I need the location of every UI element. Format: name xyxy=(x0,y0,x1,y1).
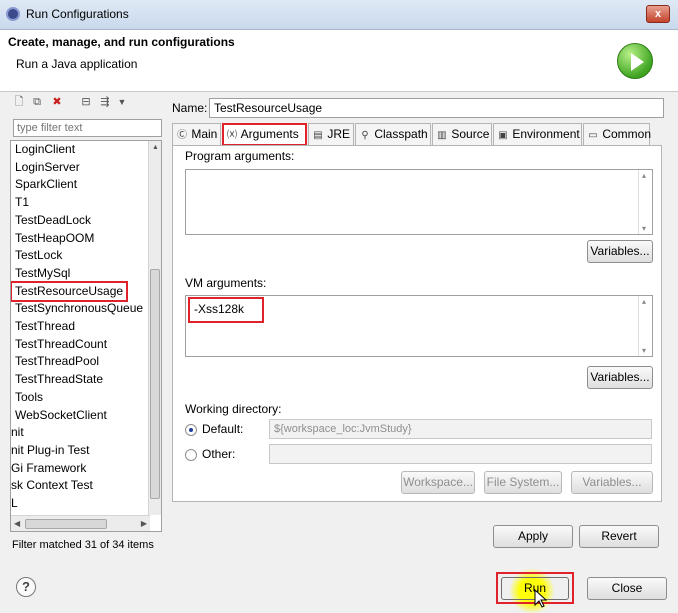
scroll-up-icon[interactable]: ▲ xyxy=(152,144,159,151)
list-item[interactable]: nit xyxy=(11,424,24,441)
list-item[interactable]: TestThreadState xyxy=(15,371,103,388)
tab-common[interactable]: ▭ Common xyxy=(583,123,651,145)
launch-config-toolbar: 🗋 ⧉ ✖ ⊟ ⇶ ▼ xyxy=(8,92,166,114)
program-arguments-textarea[interactable] xyxy=(185,169,653,235)
window-title: Run Configurations xyxy=(26,7,129,21)
other-directory-input xyxy=(269,444,652,464)
config-tabs: Ⓒ Main ⒳ Arguments ▤ JRE ⚲ Classpath ▥ S… xyxy=(172,123,662,146)
dialog-header: Create, manage, and run configurations R… xyxy=(0,30,678,92)
scrollbar-thumb[interactable] xyxy=(150,269,160,499)
filter-status: Filter matched 31 of 34 items xyxy=(12,539,154,551)
list-item[interactable]: Tools xyxy=(15,389,43,406)
default-label: Default: xyxy=(202,422,244,436)
vm-arguments-textarea[interactable]: -Xss128k xyxy=(185,295,653,357)
vm-arguments-label: VM arguments: xyxy=(185,276,267,290)
list-item[interactable]: TestThread xyxy=(15,318,75,335)
file-system-button[interactable]: File System... xyxy=(484,471,562,494)
mouse-pointer-icon xyxy=(534,589,548,608)
list-item[interactable]: T1 xyxy=(15,194,29,211)
tab-jre[interactable]: ▤ JRE xyxy=(308,123,354,145)
source-tab-icon: ▥ xyxy=(437,130,447,141)
vm-variables-button[interactable]: Variables... xyxy=(587,366,653,389)
new-launch-config-icon[interactable]: 🗋 xyxy=(13,96,25,109)
list-item[interactable]: WebSocketClient xyxy=(15,407,107,424)
close-button[interactable]: Close xyxy=(587,577,667,600)
arguments-tab-content: Program arguments: Variables... VM argum… xyxy=(172,145,662,502)
apply-button[interactable]: Apply xyxy=(493,525,573,548)
tree-vertical-scrollbar[interactable]: ▲ xyxy=(148,141,161,515)
list-item[interactable]: Gi Framework xyxy=(11,460,86,477)
tab-environment[interactable]: ▣ Environment xyxy=(493,123,582,145)
scrollbar-thumb[interactable] xyxy=(25,519,107,529)
default-radio[interactable] xyxy=(185,424,197,436)
classpath-tab-icon: ⚲ xyxy=(361,130,369,141)
window-close-button[interactable]: x xyxy=(646,5,670,23)
tab-main[interactable]: Ⓒ Main xyxy=(172,123,221,145)
working-dir-variables-button[interactable]: Variables... xyxy=(571,471,653,494)
program-variables-button[interactable]: Variables... xyxy=(587,240,653,263)
workspace-button[interactable]: Workspace... xyxy=(401,471,475,494)
header-title: Create, manage, and run configurations xyxy=(8,35,235,49)
list-item[interactable]: TestHeapOOM xyxy=(15,230,94,247)
list-item[interactable]: LoginServer xyxy=(15,159,80,176)
list-item[interactable]: sk Context Test xyxy=(11,477,93,494)
list-item[interactable]: nit Plug-in Test xyxy=(11,442,90,459)
list-item[interactable]: L xyxy=(11,495,18,512)
scroll-left-icon[interactable]: ◀ xyxy=(14,519,20,528)
list-item[interactable]: TestSynchronousQueue xyxy=(15,300,143,317)
chevron-down-icon[interactable]: ▼ xyxy=(116,96,128,109)
launch-config-panel: 🗋 ⧉ ✖ ⊟ ⇶ ▼ LoginClient LoginServer Spar… xyxy=(8,92,166,558)
help-icon[interactable]: ? xyxy=(16,577,36,597)
tab-arguments[interactable]: ⒳ Arguments xyxy=(222,123,307,146)
header-subtitle: Run a Java application xyxy=(16,57,138,71)
title-bar: Run Configurations x xyxy=(0,0,678,30)
textarea-scrollbar[interactable] xyxy=(638,170,652,234)
scroll-right-icon[interactable]: ▶ xyxy=(141,519,147,528)
jre-tab-icon: ▤ xyxy=(313,130,323,141)
list-item[interactable]: TestThreadPool xyxy=(15,353,99,370)
filter-input[interactable] xyxy=(13,119,162,137)
list-item[interactable]: TestDeadLock xyxy=(15,212,91,229)
other-radio[interactable] xyxy=(185,449,197,461)
duplicate-icon[interactable]: ⧉ xyxy=(31,96,43,109)
common-tab-icon: ▭ xyxy=(588,130,598,141)
other-label: Other: xyxy=(202,447,236,461)
eclipse-app-icon xyxy=(6,7,20,21)
run-icon xyxy=(617,43,653,79)
list-item[interactable]: TestThreadCount xyxy=(15,336,107,353)
arguments-tab-icon: ⒳ xyxy=(227,130,237,141)
list-item[interactable]: LoginClient xyxy=(15,141,75,158)
environment-tab-icon: ▣ xyxy=(498,130,508,141)
program-arguments-label: Program arguments: xyxy=(185,149,295,163)
revert-button[interactable]: Revert xyxy=(579,525,659,548)
name-label: Name: xyxy=(172,101,208,115)
default-directory-input xyxy=(269,419,652,439)
config-name-input[interactable] xyxy=(209,98,664,118)
textarea-scrollbar[interactable] xyxy=(638,296,652,356)
list-item[interactable]: TestMySql xyxy=(15,265,70,282)
tab-source[interactable]: ▥ Source xyxy=(432,123,492,145)
config-editor-panel: Name: Ⓒ Main ⒳ Arguments ▤ JRE ⚲ Classpa… xyxy=(168,92,668,558)
collapse-all-icon[interactable]: ⊟ xyxy=(80,96,92,109)
list-item[interactable]: TestLock xyxy=(15,247,62,264)
selected-list-item[interactable]: TestResourceUsage xyxy=(11,280,129,302)
tree-horizontal-scrollbar[interactable]: ◀ ▶ xyxy=(11,515,150,531)
tab-classpath[interactable]: ⚲ Classpath xyxy=(355,123,431,145)
working-directory-label: Working directory: xyxy=(185,402,282,416)
filter-icon[interactable]: ⇶ xyxy=(99,96,111,109)
launch-config-tree: LoginClient LoginServer SparkClient T1 T… xyxy=(10,140,162,532)
main-tab-icon: Ⓒ xyxy=(177,130,187,141)
delete-icon[interactable]: ✖ xyxy=(51,96,63,109)
list-item[interactable]: SparkClient xyxy=(15,176,77,193)
vm-arguments-value: -Xss128k xyxy=(188,297,264,323)
